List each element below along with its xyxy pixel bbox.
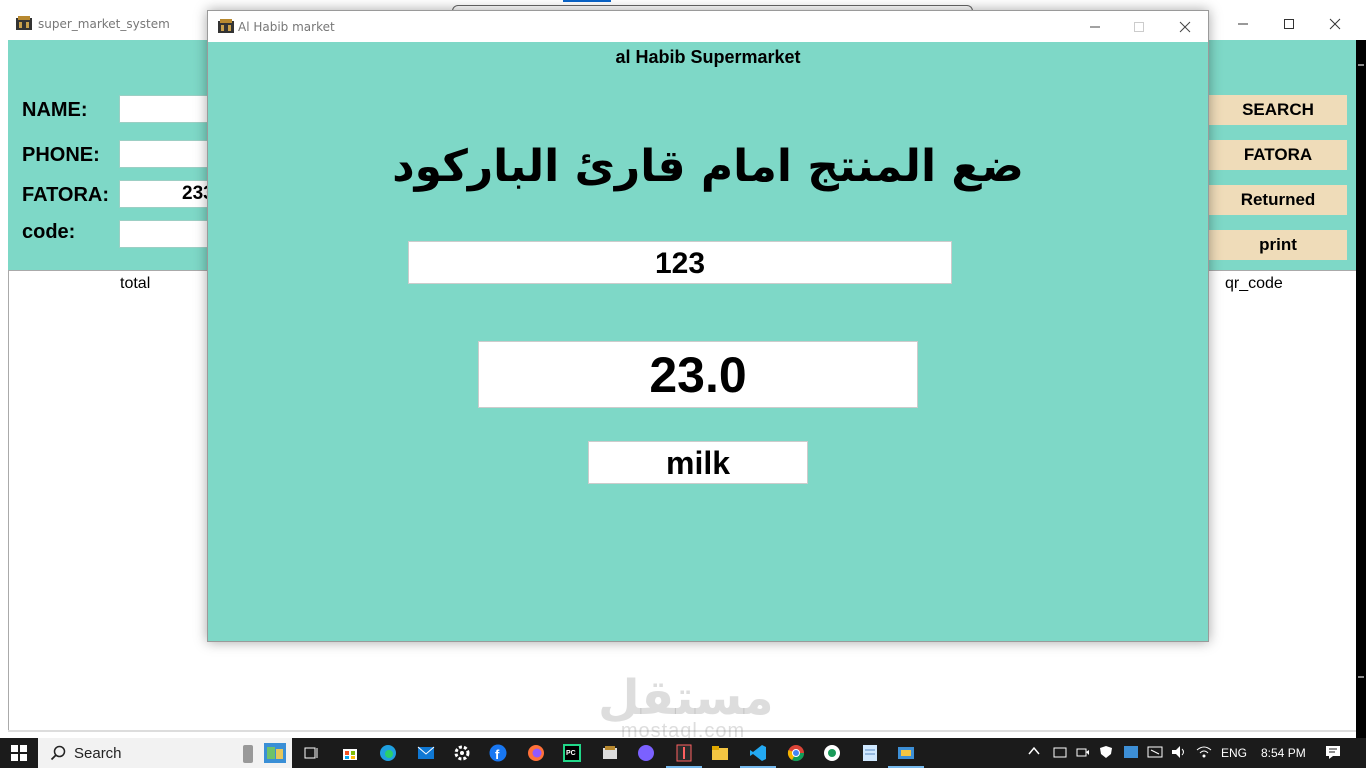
phone-label: PHONE:	[22, 144, 100, 166]
vscode-icon[interactable]	[748, 743, 768, 763]
settings-gear-icon[interactable]	[452, 743, 472, 763]
firefox-icon[interactable]	[526, 743, 546, 763]
python-window-icon[interactable]	[896, 743, 916, 763]
language-indicator[interactable]: ENG	[1221, 746, 1247, 760]
column-header-qr-code[interactable]: qr_code	[1225, 275, 1283, 293]
product-name-display: milk	[588, 441, 808, 484]
pen-tool-icon[interactable]	[674, 743, 694, 763]
taskbar-search[interactable]: Search	[38, 738, 292, 768]
popup-maximize-button[interactable]	[1116, 11, 1162, 42]
popup-close-button[interactable]	[1162, 11, 1208, 42]
close-icon	[1179, 21, 1191, 32]
input-method-icon[interactable]	[1147, 745, 1163, 762]
wifi-icon[interactable]	[1196, 745, 1212, 762]
code-label: code:	[22, 221, 76, 243]
maximize-button[interactable]	[1266, 10, 1312, 38]
notepad-icon[interactable]	[860, 743, 880, 763]
security-shield-icon[interactable]	[1099, 745, 1113, 762]
app-icon-purple[interactable]	[636, 743, 656, 763]
map-icon	[264, 743, 286, 763]
barcode-input[interactable]: 123	[408, 241, 952, 284]
fatora-button[interactable]: FATORA	[1209, 140, 1347, 170]
print-button[interactable]: print	[1209, 230, 1347, 260]
minimize-button[interactable]	[1220, 10, 1266, 38]
pycharm-icon[interactable]: PC	[562, 743, 582, 763]
chrome-icon[interactable]	[786, 743, 806, 763]
app-icon	[218, 19, 234, 33]
svg-text:f: f	[495, 747, 500, 762]
scrollbar-track[interactable]	[1356, 40, 1366, 738]
popup-minimize-button[interactable]	[1072, 11, 1118, 42]
windows-logo-icon	[11, 745, 27, 761]
facebook-icon[interactable]: f	[488, 743, 508, 763]
maximize-icon	[1134, 21, 1144, 32]
scroll-tick	[1358, 676, 1364, 678]
python-app-icon[interactable]	[600, 743, 620, 763]
svg-text:PC: PC	[566, 750, 576, 757]
window-title: super_market_system	[38, 17, 170, 31]
taskbar: Search f PC ENG 8:54 PM	[0, 738, 1366, 768]
camera-icon[interactable]	[1076, 745, 1090, 762]
watermark-arabic: مستقل	[598, 670, 774, 726]
notifications-icon[interactable]	[1325, 745, 1341, 762]
returned-button[interactable]: Returned	[1209, 185, 1347, 215]
price-display: 23.0	[478, 341, 918, 408]
close-icon	[1329, 18, 1341, 30]
search-placeholder: Search	[74, 744, 122, 762]
start-button[interactable]	[0, 738, 38, 768]
close-button[interactable]	[1312, 10, 1358, 38]
popup-title: Al Habib market	[238, 20, 335, 34]
store-icon[interactable]	[340, 743, 360, 763]
name-input[interactable]	[119, 95, 219, 123]
maximize-icon	[1284, 19, 1294, 29]
popup-titlebar[interactable]: Al Habib market	[208, 11, 1208, 42]
search-button[interactable]: SEARCH	[1209, 95, 1347, 125]
network-app-icon[interactable]	[1123, 745, 1139, 762]
watermark: مستقل mostaql.com	[598, 670, 774, 743]
trash-icon	[243, 745, 253, 763]
volume-icon[interactable]	[1171, 745, 1187, 762]
show-hidden-icons-chevron-up-icon[interactable]	[1028, 745, 1040, 759]
file-explorer-icon[interactable]	[710, 743, 730, 763]
background-tab-accent	[563, 0, 611, 2]
scan-instruction: ضع المنتج امام قارئ الباركود	[392, 141, 1024, 192]
edge-browser-icon[interactable]	[378, 743, 398, 763]
mail-icon[interactable]	[416, 743, 436, 763]
store-header: al Habib Supermarket	[615, 47, 801, 67]
phone-input[interactable]	[119, 140, 219, 168]
app-icon-green[interactable]	[822, 743, 842, 763]
task-view-icon[interactable]	[302, 743, 322, 763]
clock[interactable]: 8:54 PM	[1261, 746, 1306, 760]
barcode-popup-window: Al Habib market al Habib Supermarket ضع …	[207, 10, 1209, 642]
name-label: NAME:	[22, 99, 88, 121]
fatora-label: FATORA:	[22, 184, 110, 206]
app-icon	[16, 16, 32, 30]
code-input[interactable]	[119, 220, 219, 248]
fatora-input[interactable]: 233	[119, 180, 219, 208]
meet-now-icon[interactable]	[1053, 745, 1067, 762]
search-icon	[50, 745, 66, 761]
minimize-icon	[1238, 23, 1248, 25]
minimize-icon	[1090, 26, 1100, 27]
column-header-total[interactable]: total	[120, 275, 150, 293]
scroll-tick	[1358, 64, 1364, 66]
